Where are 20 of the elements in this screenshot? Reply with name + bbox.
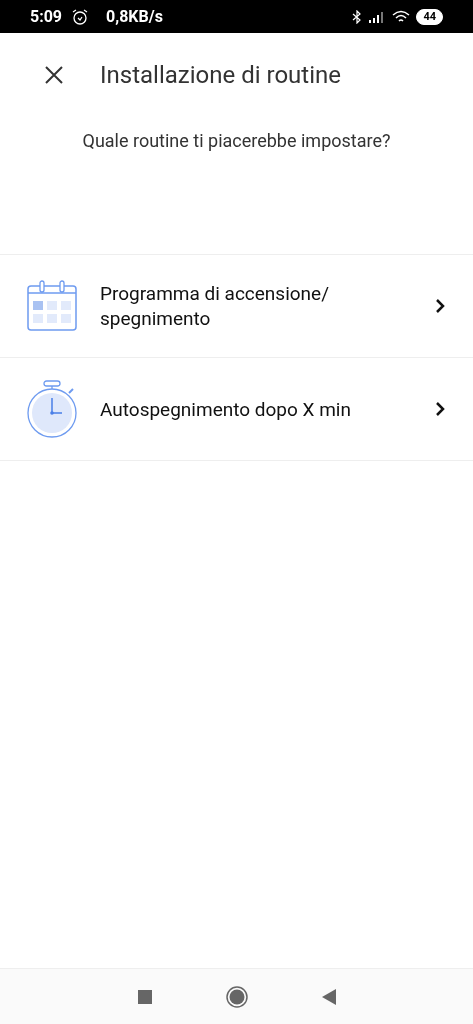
clock-time: 5:09: [30, 5, 63, 28]
stopwatch-icon: [26, 380, 78, 438]
square-icon[interactable]: [136, 988, 153, 1005]
back-icon[interactable]: [320, 987, 337, 1006]
page-title: Installazione di routine: [100, 60, 341, 91]
bluetooth-icon: [352, 9, 363, 24]
wifi-icon: [392, 9, 411, 24]
chevron-right-icon: [435, 298, 445, 314]
close-icon: [45, 66, 63, 84]
battery-indicator: 44: [416, 8, 443, 25]
routine-label: Programma di accensione/ spegnimento: [100, 281, 331, 331]
home-icon[interactable]: [225, 985, 248, 1008]
chevron-right-icon: [435, 401, 445, 417]
routine-item[interactable]: Autospegnimento dopo X min: [0, 358, 473, 461]
routine-label: Autospegnimento dopo X min: [100, 396, 352, 422]
calendar-icon: [27, 280, 77, 332]
alarm-icon: [72, 8, 89, 25]
prompt-text: Quale routine ti piacerebbe impostare?: [81, 129, 392, 153]
network-speed: 0,8KB/s: [106, 5, 163, 28]
routine-item[interactable]: Programma di accensione/ spegnimento: [0, 255, 473, 358]
